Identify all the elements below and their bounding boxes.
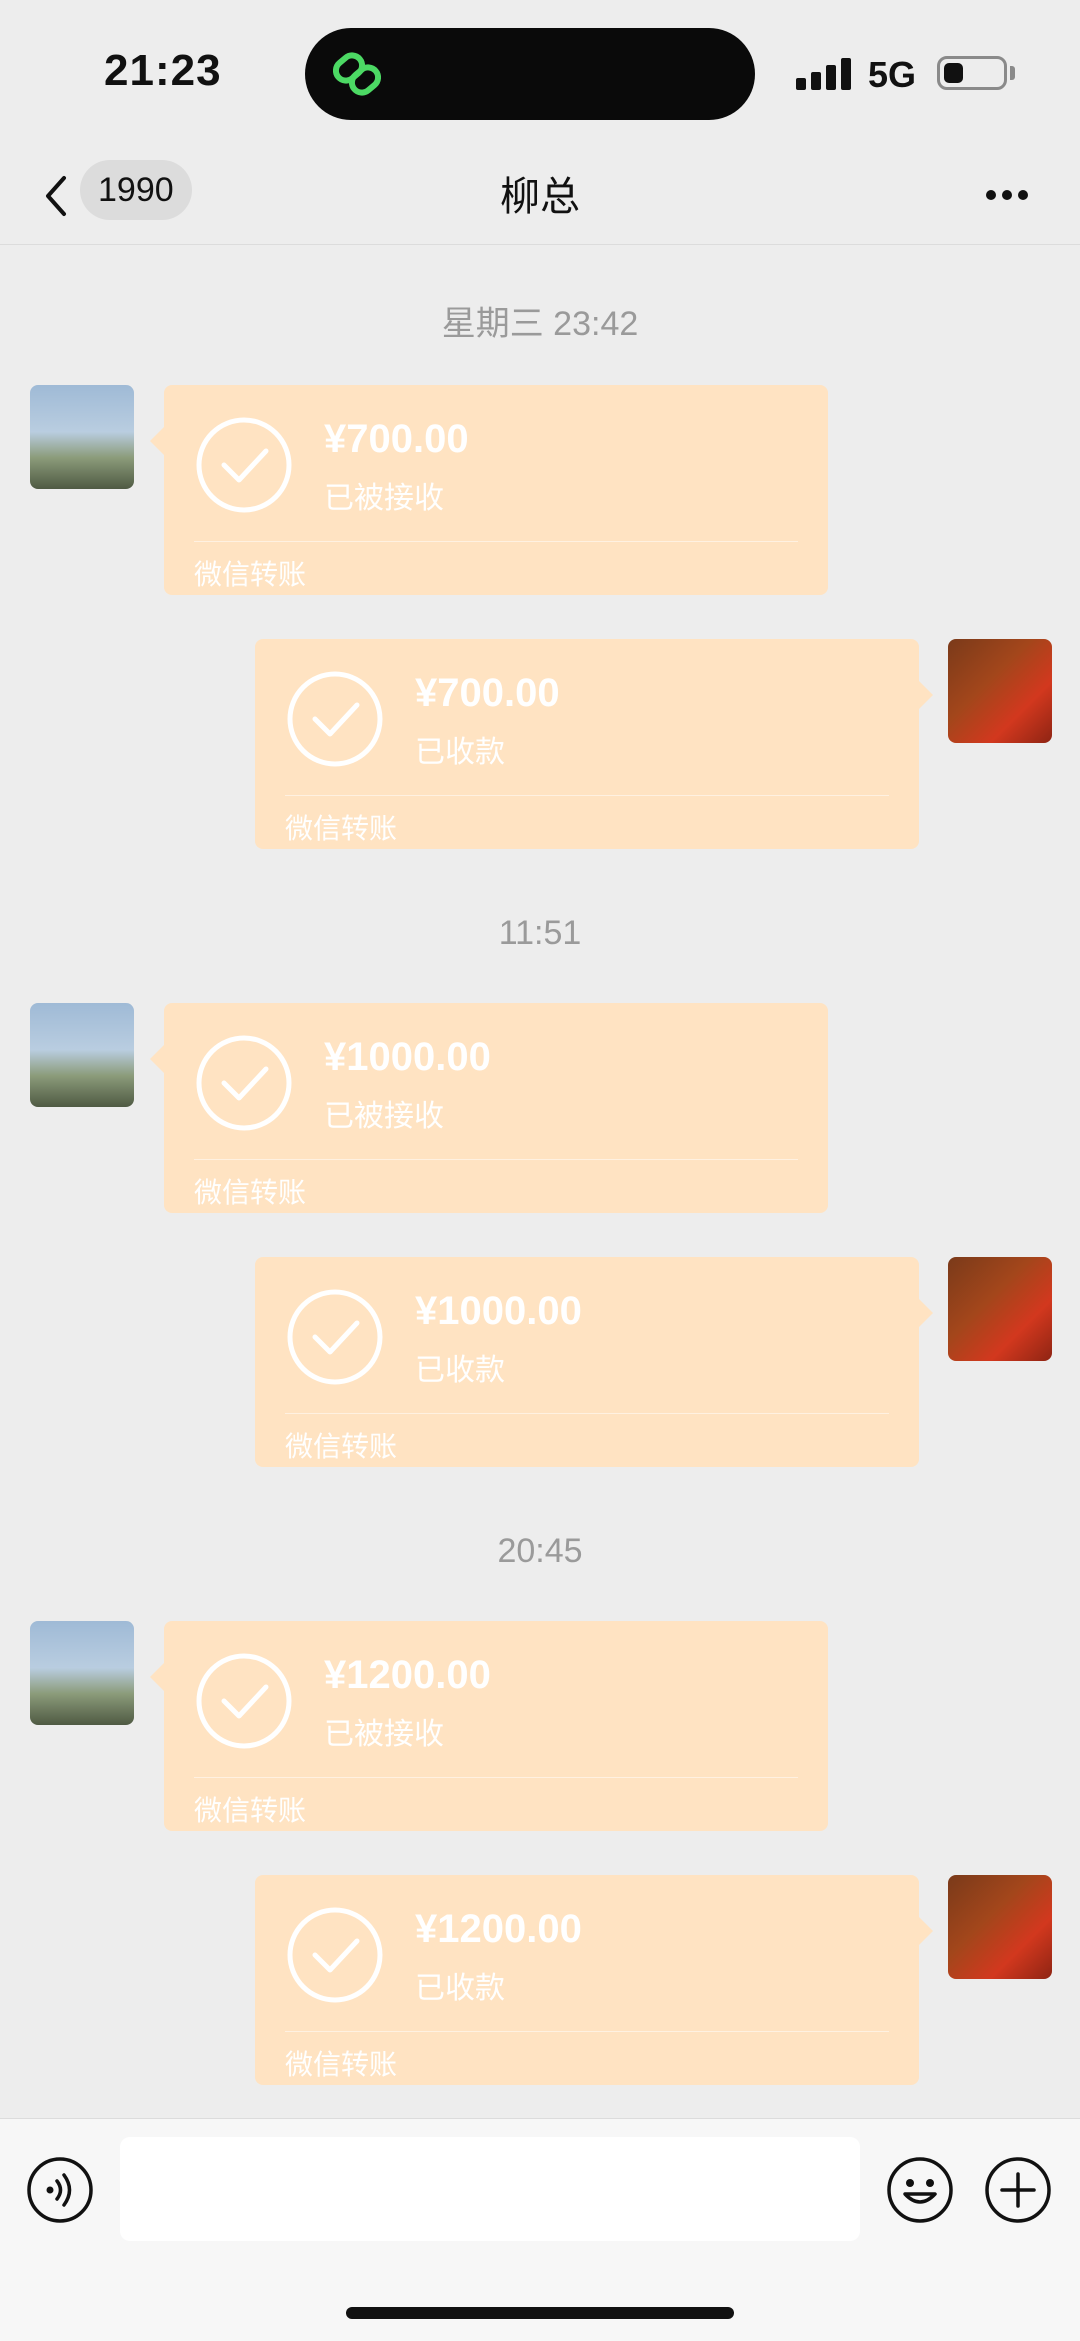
transfer-status: 已被接收 bbox=[324, 1718, 444, 1751]
battery-icon bbox=[937, 56, 1007, 90]
my-avatar[interactable] bbox=[948, 639, 1052, 743]
message-input[interactable] bbox=[120, 2137, 860, 2241]
transfer-amount: ¥700.00 bbox=[415, 671, 560, 715]
card-divider bbox=[285, 795, 889, 796]
dynamic-island bbox=[305, 28, 755, 120]
card-divider bbox=[194, 1159, 798, 1160]
emoji-icon[interactable] bbox=[886, 2156, 954, 2224]
my-avatar[interactable] bbox=[948, 1875, 1052, 1979]
network-type: 5G bbox=[868, 54, 917, 95]
transfer-amount: ¥1200.00 bbox=[415, 1907, 582, 1951]
card-divider bbox=[285, 2031, 889, 2032]
check-circle-icon bbox=[287, 671, 383, 767]
voice-input-icon[interactable] bbox=[26, 2156, 94, 2224]
transfer-amount: ¥700.00 bbox=[324, 417, 469, 461]
check-circle-icon bbox=[196, 1035, 292, 1131]
card-divider bbox=[194, 1777, 798, 1778]
message-timestamp: 20:45 bbox=[497, 1532, 583, 1570]
more-options-icon[interactable] bbox=[982, 186, 1032, 206]
contact-avatar[interactable] bbox=[30, 1621, 134, 1725]
contact-avatar[interactable] bbox=[30, 1003, 134, 1107]
transfer-footer: 微信转账 bbox=[285, 813, 398, 844]
transfer-card-outgoing[interactable]: ¥1200.00 已收款 微信转账 bbox=[255, 1875, 933, 2085]
chat-title: 柳总 bbox=[500, 175, 580, 219]
transfer-status: 已被接收 bbox=[324, 1100, 444, 1133]
cellular-signal-icon bbox=[796, 56, 852, 90]
transfer-amount: ¥1000.00 bbox=[324, 1035, 491, 1079]
transfer-card-outgoing[interactable]: ¥700.00 已收款 微信转账 bbox=[255, 639, 933, 849]
check-circle-icon bbox=[196, 417, 292, 513]
transfer-footer: 微信转账 bbox=[285, 1431, 398, 1462]
transfer-status: 已收款 bbox=[415, 736, 505, 769]
plus-icon[interactable] bbox=[984, 2156, 1052, 2224]
contact-avatar[interactable] bbox=[30, 385, 134, 489]
transfer-footer: 微信转账 bbox=[285, 2049, 398, 2080]
transfer-card-outgoing[interactable]: ¥1000.00 已收款 微信转账 bbox=[255, 1257, 933, 1467]
check-circle-icon bbox=[196, 1653, 292, 1749]
home-indicator[interactable] bbox=[346, 2307, 734, 2319]
check-circle-icon bbox=[287, 1907, 383, 2003]
status-bar: 21:23 5G bbox=[0, 0, 1080, 150]
check-circle-icon bbox=[287, 1289, 383, 1385]
transfer-card-incoming[interactable]: ¥700.00 已被接收 微信转账 bbox=[150, 385, 828, 595]
chain-link-icon bbox=[332, 52, 382, 96]
card-divider bbox=[194, 541, 798, 542]
transfer-status: 已被接收 bbox=[324, 482, 444, 515]
message-timestamp: 星期三 23:42 bbox=[441, 305, 639, 343]
transfer-card-incoming[interactable]: ¥1200.00 已被接收 微信转账 bbox=[150, 1621, 828, 1831]
transfer-footer: 微信转账 bbox=[194, 559, 307, 590]
nav-bar: 1990 柳总 bbox=[0, 150, 1080, 245]
transfer-footer: 微信转账 bbox=[194, 1177, 307, 1208]
transfer-status: 已收款 bbox=[415, 1972, 505, 2005]
card-divider bbox=[285, 1413, 889, 1414]
message-timestamp: 11:51 bbox=[498, 914, 582, 952]
my-avatar[interactable] bbox=[948, 1257, 1052, 1361]
transfer-amount: ¥1200.00 bbox=[324, 1653, 491, 1697]
transfer-status: 已收款 bbox=[415, 1354, 505, 1387]
battery-tip bbox=[1010, 66, 1015, 80]
transfer-footer: 微信转账 bbox=[194, 1795, 307, 1826]
transfer-card-incoming[interactable]: ¥1000.00 已被接收 微信转账 bbox=[150, 1003, 828, 1213]
status-time: 21:23 bbox=[104, 46, 222, 95]
transfer-amount: ¥1000.00 bbox=[415, 1289, 582, 1333]
